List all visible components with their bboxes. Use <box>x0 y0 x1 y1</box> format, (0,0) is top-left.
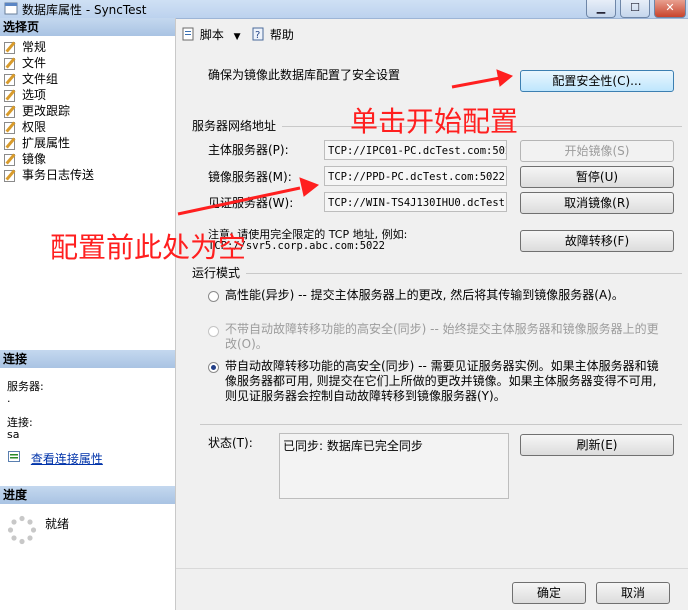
arrow-to-witness-field <box>177 186 301 216</box>
arrow-to-configure-button <box>451 76 501 89</box>
annotation-arrows <box>177 69 513 216</box>
arrow-head-icon <box>496 69 513 87</box>
arrow-head-icon <box>299 177 319 197</box>
